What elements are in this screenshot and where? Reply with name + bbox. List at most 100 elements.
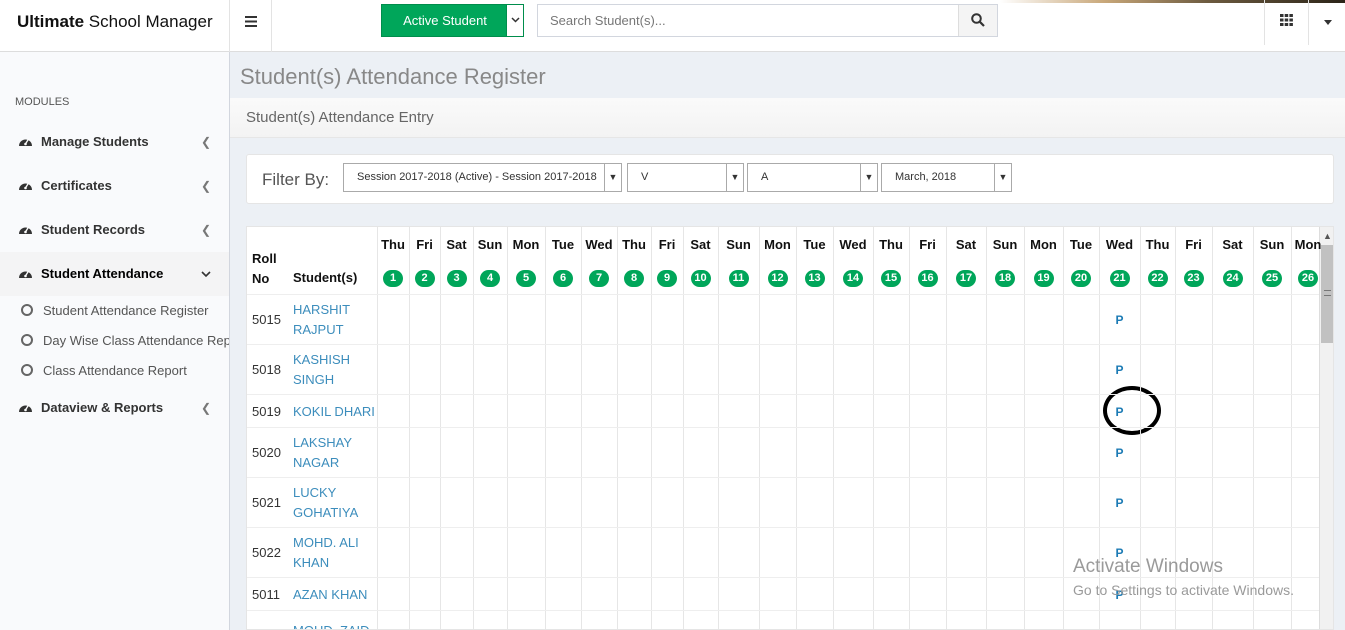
attendance-mark[interactable]: P bbox=[1101, 446, 1139, 460]
month-select[interactable]: March, 2018 ▼ bbox=[881, 163, 1012, 192]
menu-toggle-button[interactable] bbox=[230, 0, 272, 52]
filter-panel: Filter By: Session 2017-2018 (Active) - … bbox=[246, 154, 1334, 204]
student-name-link[interactable]: LUCKY GOHATIYA bbox=[293, 483, 378, 523]
chevron-left-icon: ❮ bbox=[200, 179, 211, 193]
student-name-link[interactable]: KOKIL DHARI bbox=[293, 402, 378, 422]
class-select[interactable]: V ▼ bbox=[627, 163, 744, 192]
student-name-link[interactable]: MOHD. ZAID bbox=[293, 621, 378, 629]
day-number-badge[interactable]: 17 bbox=[956, 270, 976, 287]
chevron-down-icon: ▼ bbox=[604, 164, 621, 191]
top-navbar: Ultimate School Manager Active Student bbox=[0, 0, 1345, 52]
app-brand[interactable]: Ultimate School Manager bbox=[0, 0, 230, 52]
day-name: Mon bbox=[1030, 237, 1057, 252]
day-number-badge[interactable]: 24 bbox=[1222, 270, 1243, 287]
day-name: Tue bbox=[803, 237, 826, 252]
day-number-badge[interactable]: 6 bbox=[553, 270, 573, 287]
attendance-mark[interactable]: P bbox=[1101, 363, 1139, 377]
day-number-badge[interactable]: 16 bbox=[917, 270, 938, 287]
student-name-link[interactable]: KASHISH SINGH bbox=[293, 350, 378, 390]
student-name-link[interactable]: MOHD. ALI KHAN bbox=[293, 533, 378, 573]
month-value: March, 2018 bbox=[895, 171, 957, 183]
roll-number: 5015 bbox=[252, 312, 281, 327]
sidebar-item-label: Student Records bbox=[41, 222, 146, 237]
day-number-badge[interactable]: 7 bbox=[589, 270, 609, 287]
section-value: A bbox=[761, 171, 769, 183]
chevron-down-icon: ▼ bbox=[726, 164, 743, 191]
main-content: Student(s) Attendance Register Student(s… bbox=[230, 52, 1345, 630]
day-number-badge[interactable]: 9 bbox=[657, 270, 677, 287]
section-select[interactable]: A ▼ bbox=[747, 163, 878, 192]
sidebar-item-label: Dataview & Reports bbox=[41, 400, 164, 415]
active-student-dropdown-toggle[interactable] bbox=[506, 5, 523, 36]
day-name: Fri bbox=[919, 237, 936, 252]
day-name: Tue bbox=[551, 237, 575, 252]
student-name-link[interactable]: HARSHIT RAJPUT bbox=[293, 300, 378, 340]
day-number-badge[interactable]: 23 bbox=[1183, 270, 1204, 287]
day-number-badge[interactable]: 15 bbox=[881, 270, 901, 287]
apps-grid-button[interactable] bbox=[1264, 0, 1309, 45]
chevron-down-icon bbox=[510, 17, 520, 23]
day-number-badge[interactable]: 14 bbox=[843, 270, 863, 287]
chevron-down-icon: ▼ bbox=[994, 164, 1011, 191]
active-student-button[interactable]: Active Student bbox=[381, 4, 524, 37]
attendance-mark[interactable]: P bbox=[1101, 496, 1139, 510]
day-number-badge[interactable]: 10 bbox=[690, 270, 711, 287]
circle-icon bbox=[21, 304, 33, 316]
roll-number: 5019 bbox=[252, 403, 281, 419]
day-name: Sat bbox=[690, 237, 711, 252]
day-number-badge[interactable]: 2 bbox=[414, 270, 435, 287]
day-name: Sat bbox=[955, 237, 977, 252]
day-number-badge[interactable]: 11 bbox=[728, 270, 749, 287]
day-number-badge[interactable]: 26 bbox=[1298, 270, 1318, 287]
day-name: Wed bbox=[839, 237, 867, 252]
subitem-label: Class Attendance Report bbox=[43, 363, 187, 378]
attendance-mark[interactable]: P bbox=[1101, 313, 1139, 327]
session-select[interactable]: Session 2017-2018 (Active) - Session 201… bbox=[343, 163, 622, 192]
day-number-badge[interactable]: 18 bbox=[995, 270, 1015, 287]
day-name: Wed bbox=[585, 237, 613, 252]
subitem-student-attendance-register[interactable]: Student Attendance Register bbox=[0, 296, 229, 326]
day-number-badge[interactable]: 3 bbox=[446, 270, 467, 287]
day-name: Sun bbox=[1259, 237, 1285, 252]
chevron-left-icon: ❮ bbox=[200, 223, 211, 237]
day-number-badge[interactable]: 25 bbox=[1262, 270, 1282, 287]
chevron-down-icon: ▼ bbox=[860, 164, 877, 191]
day-number-badge[interactable]: 12 bbox=[767, 270, 788, 287]
day-number-badge[interactable]: 4 bbox=[480, 270, 500, 287]
dashboard-icon bbox=[18, 121, 34, 165]
grid-icon bbox=[1280, 14, 1293, 26]
brand-bold: Ultimate bbox=[17, 12, 85, 31]
subitem-class-attendance-report[interactable]: Class Attendance Report bbox=[0, 356, 229, 386]
sidebar: MODULES Manage Students ❮ Certificates ❮… bbox=[0, 52, 230, 630]
day-number-badge[interactable]: 22 bbox=[1147, 270, 1168, 287]
sidebar-item-student-records[interactable]: Student Records ❮ bbox=[0, 208, 229, 252]
search-input[interactable] bbox=[538, 5, 959, 36]
student-name-link[interactable]: AZAN KHAN bbox=[293, 585, 378, 605]
search-button[interactable] bbox=[958, 5, 997, 36]
day-number-badge[interactable]: 5 bbox=[516, 270, 536, 287]
subitem-label: Day Wise Class Attendance Report bbox=[43, 333, 229, 348]
circle-icon bbox=[21, 364, 33, 376]
windows-activation-title: Activate Windows bbox=[1073, 556, 1223, 577]
sidebar-item-manage-students[interactable]: Manage Students ❮ bbox=[0, 120, 229, 164]
roll-number: 5021 bbox=[252, 495, 281, 510]
day-name: Sat bbox=[446, 237, 467, 252]
day-name: Thu bbox=[1145, 237, 1170, 252]
day-number-badge[interactable]: 1 bbox=[383, 270, 403, 287]
roll-number: 5020 bbox=[252, 445, 281, 460]
sidebar-item-certificates[interactable]: Certificates ❮ bbox=[0, 164, 229, 208]
day-number-badge[interactable]: 21 bbox=[1109, 270, 1130, 287]
attendance-mark[interactable]: P bbox=[1101, 405, 1139, 419]
sidebar-item-dataview-reports[interactable]: Dataview & Reports ❮ bbox=[0, 386, 229, 430]
subitem-day-wise-report[interactable]: Day Wise Class Attendance Report bbox=[0, 326, 229, 356]
user-menu-toggle[interactable] bbox=[1310, 0, 1345, 45]
day-number-badge[interactable]: 19 bbox=[1033, 270, 1054, 287]
sidebar-item-label: Student Attendance bbox=[41, 266, 164, 281]
sidebar-item-student-attendance[interactable]: Student Attendance bbox=[0, 252, 229, 296]
student-name-link[interactable]: LAKSHAY NAGAR bbox=[293, 433, 378, 473]
day-name: Fri bbox=[658, 237, 676, 252]
day-number-badge[interactable]: 20 bbox=[1071, 270, 1091, 287]
caret-down-icon bbox=[1323, 20, 1332, 25]
day-number-badge[interactable]: 13 bbox=[804, 270, 825, 287]
day-number-badge[interactable]: 8 bbox=[624, 270, 644, 287]
